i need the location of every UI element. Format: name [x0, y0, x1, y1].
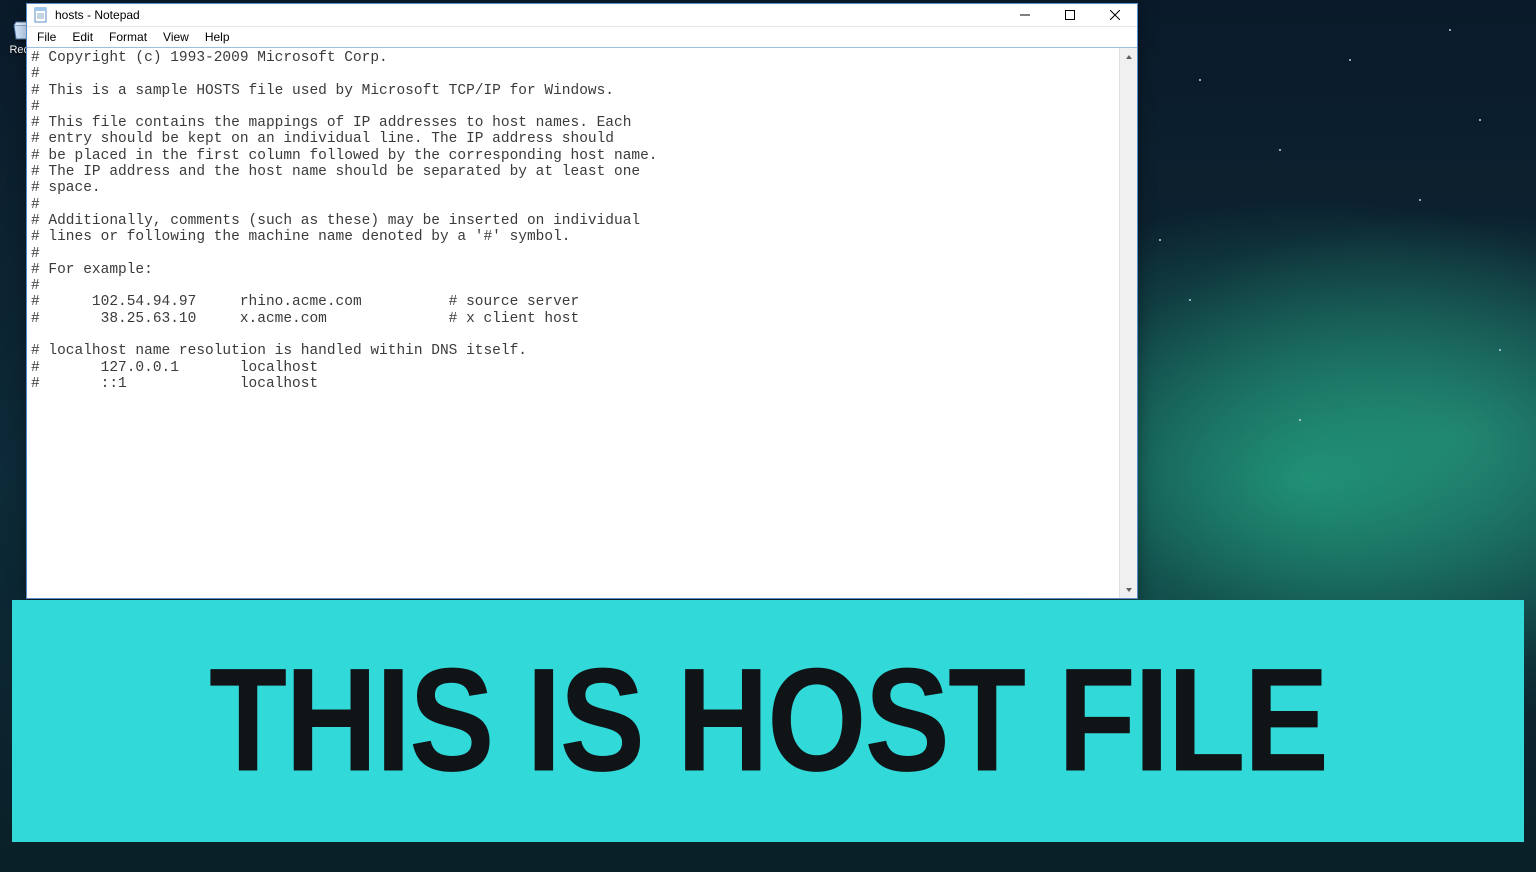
menubar: File Edit Format View Help — [27, 27, 1137, 48]
overlay-banner: THIS IS HOST FILE — [12, 600, 1524, 842]
minimize-button[interactable] — [1002, 4, 1047, 26]
editor-area: # Copyright (c) 1993-2009 Microsoft Corp… — [27, 48, 1137, 598]
menu-view[interactable]: View — [155, 28, 197, 46]
close-button[interactable] — [1092, 4, 1137, 26]
titlebar[interactable]: hosts - Notepad — [27, 4, 1137, 27]
window-title: hosts - Notepad — [55, 8, 140, 22]
text-editor[interactable]: # Copyright (c) 1993-2009 Microsoft Corp… — [27, 48, 1119, 598]
menu-format[interactable]: Format — [101, 28, 155, 46]
scroll-up-icon[interactable] — [1120, 48, 1137, 65]
scroll-down-icon[interactable] — [1120, 581, 1137, 598]
scrollbar-track[interactable] — [1120, 65, 1137, 581]
overlay-banner-text: THIS IS HOST FILE — [209, 647, 1327, 794]
menu-file[interactable]: File — [29, 28, 64, 46]
desktop-wallpaper: Recy hosts - Notepad — [0, 0, 1536, 872]
vertical-scrollbar[interactable] — [1119, 48, 1137, 598]
menu-edit[interactable]: Edit — [64, 28, 101, 46]
menu-help[interactable]: Help — [197, 28, 238, 46]
notepad-app-icon — [33, 7, 49, 23]
maximize-button[interactable] — [1047, 4, 1092, 26]
notepad-window: hosts - Notepad File Edit Format View He… — [26, 3, 1138, 599]
